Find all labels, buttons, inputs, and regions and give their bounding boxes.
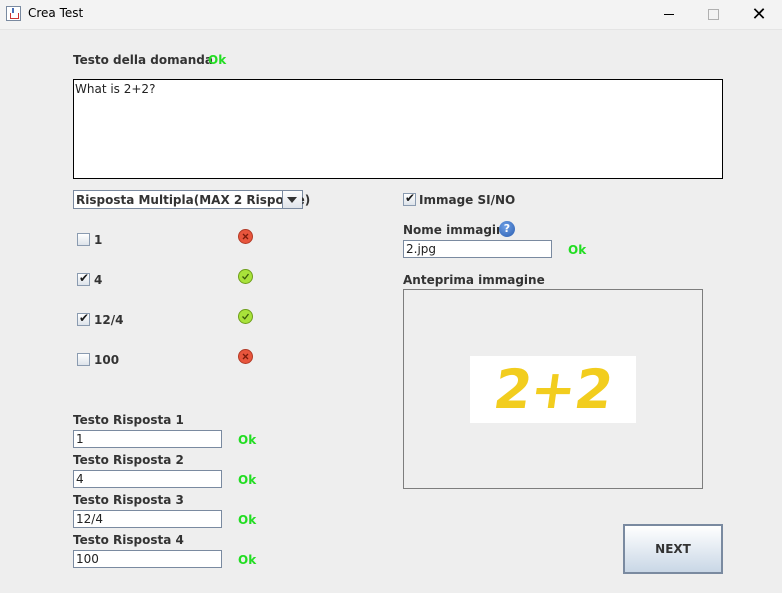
title-bar: Crea Test ✕ — [0, 0, 782, 30]
answer-text-3-input[interactable] — [73, 510, 222, 528]
question-label: Testo della domanda — [73, 53, 213, 67]
answer-text-1-status: Ok — [238, 433, 257, 447]
answer-1-checkbox[interactable] — [77, 233, 90, 246]
check-mark: ✔ — [79, 271, 90, 285]
answer-text-2-status: Ok — [238, 473, 257, 487]
question-textarea[interactable]: What is 2+2? — [73, 79, 723, 179]
answer-text-1-input[interactable] — [73, 430, 222, 448]
wrong-icon — [238, 349, 253, 364]
java-app-icon — [6, 6, 21, 21]
minimize-icon — [664, 14, 674, 15]
correct-icon — [238, 269, 253, 284]
answer-text-4-input[interactable] — [73, 550, 222, 568]
help-icon[interactable]: ? — [499, 221, 515, 237]
check-mark: ✔ — [405, 191, 416, 205]
answer-2-checkbox[interactable]: ✔ — [77, 271, 90, 286]
answer-text-4-status: Ok — [238, 553, 257, 567]
next-button[interactable]: NEXT — [623, 524, 723, 574]
close-button[interactable]: ✕ — [736, 0, 782, 29]
answer-type-select[interactable]: Risposta Multipla(MAX 2 Risposte) — [73, 190, 310, 209]
preview-image-text: 2+2 — [489, 358, 617, 421]
image-toggle-checkbox[interactable]: ✔ — [403, 191, 416, 206]
chevron-down-icon[interactable] — [282, 191, 302, 208]
answer-1-label: 1 — [94, 233, 103, 247]
image-toggle-label: Immage SI/NO — [419, 193, 516, 207]
correct-icon — [238, 309, 253, 324]
question-status: Ok — [208, 53, 227, 67]
answer-4-label: 100 — [94, 353, 120, 367]
answer-text-3-status: Ok — [238, 513, 257, 527]
image-name-input[interactable] — [403, 240, 552, 258]
maximize-button[interactable] — [690, 0, 736, 29]
answer-text-3-label: Testo Risposta 3 — [73, 493, 184, 507]
answer-3-checkbox[interactable]: ✔ — [77, 311, 90, 326]
check-mark: ✔ — [79, 311, 90, 325]
answer-4-checkbox[interactable] — [77, 353, 90, 366]
answer-text-4-label: Testo Risposta 4 — [73, 533, 184, 547]
image-preview-label: Anteprima immagine — [403, 273, 545, 287]
answer-text-2-label: Testo Risposta 2 — [73, 453, 184, 467]
answer-2-label: 4 — [94, 273, 103, 287]
maximize-icon — [707, 9, 719, 20]
close-icon: ✕ — [751, 3, 767, 25]
answer-text-2-input[interactable] — [73, 470, 222, 488]
answer-text-1-label: Testo Risposta 1 — [73, 413, 184, 427]
image-name-label: Nome immagine — [403, 223, 513, 237]
preview-image: 2+2 — [470, 356, 636, 423]
window-title: Crea Test — [28, 6, 84, 20]
image-name-status: Ok — [568, 243, 587, 257]
answer-3-label: 12/4 — [94, 313, 124, 327]
minimize-button[interactable] — [646, 0, 692, 29]
wrong-icon — [238, 229, 253, 244]
answer-type-value: Risposta Multipla(MAX 2 Risposte) — [76, 193, 311, 207]
image-preview-panel: 2+2 — [403, 289, 703, 489]
